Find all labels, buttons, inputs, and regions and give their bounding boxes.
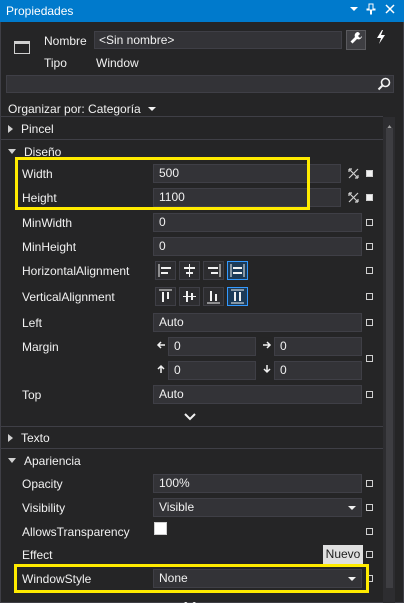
- divider: [0, 116, 383, 117]
- visibility-value: Visible: [159, 500, 195, 514]
- window-icon: [14, 41, 30, 54]
- property-marker[interactable]: [366, 219, 373, 226]
- arrange-by-label: Organizar por: Categoría: [8, 102, 141, 116]
- top-label: Top: [22, 388, 42, 402]
- allowstransparency-checkbox[interactable]: [154, 522, 167, 535]
- divider: [0, 426, 383, 427]
- show-more-chevron-icon[interactable]: [182, 411, 198, 421]
- category-pincel-label: Pincel: [21, 122, 54, 136]
- property-marker[interactable]: [366, 355, 373, 362]
- search-input[interactable]: [6, 75, 394, 93]
- effect-label: Effect: [22, 548, 53, 562]
- category-apariencia[interactable]: Apariencia: [8, 454, 81, 468]
- property-marker[interactable]: [366, 267, 373, 274]
- valign-stretch-icon: [231, 289, 244, 304]
- opacity-field[interactable]: 100%: [153, 474, 362, 493]
- margin-right-field[interactable]: 0: [274, 337, 362, 356]
- opacity-label: Opacity: [22, 477, 63, 491]
- property-marker[interactable]: [366, 194, 373, 201]
- minwidth-label: MinWidth: [22, 216, 73, 230]
- align-right-button[interactable]: [203, 261, 224, 280]
- search-icon: [377, 77, 391, 91]
- expand-arrow-icon: [8, 434, 13, 442]
- align-left-icon: [158, 264, 171, 277]
- collapse-arrow-icon: [8, 149, 16, 154]
- highlight-box: [14, 564, 369, 593]
- property-marker[interactable]: [366, 293, 373, 300]
- left-label: Left: [22, 316, 43, 330]
- resize-icon[interactable]: [347, 192, 359, 204]
- resize-icon[interactable]: [347, 168, 359, 180]
- pin-icon[interactable]: [364, 3, 378, 19]
- arrow-left-icon: [155, 340, 167, 353]
- name-label: Nombre: [44, 34, 87, 48]
- left-field[interactable]: Auto: [153, 313, 362, 332]
- minheight-label: MinHeight: [22, 240, 77, 254]
- category-texto-label: Texto: [21, 431, 50, 445]
- align-right-icon: [208, 264, 221, 277]
- horizontalalignment-label: HorizontalAlignment: [22, 264, 130, 278]
- properties-wrench-button[interactable]: [346, 30, 366, 50]
- name-field[interactable]: <Sin nombre>: [94, 31, 342, 49]
- valign-top-icon: [159, 289, 172, 302]
- allowstransparency-label: AllowsTransparency: [22, 525, 130, 539]
- align-left-button[interactable]: [155, 261, 176, 280]
- category-apariencia-label: Apariencia: [24, 454, 81, 468]
- category-pincel[interactable]: Pincel: [8, 122, 54, 136]
- align-center-icon: [184, 264, 195, 277]
- close-icon[interactable]: [383, 3, 397, 19]
- valign-top-button[interactable]: [155, 287, 176, 306]
- minheight-field[interactable]: 0: [153, 237, 362, 256]
- margin-top-field[interactable]: 0: [168, 361, 256, 380]
- lightning-icon: [377, 30, 385, 44]
- valign-bottom-button[interactable]: [203, 287, 224, 306]
- scrollbar-thumb[interactable]: [386, 128, 393, 588]
- effect-new-button[interactable]: Nuevo: [323, 545, 363, 564]
- visibility-label: Visibility: [22, 501, 66, 515]
- arrow-right-icon: [261, 340, 273, 353]
- panel-title: Propiedades: [6, 4, 74, 18]
- type-label: Tipo: [44, 56, 67, 70]
- property-marker[interactable]: [366, 480, 373, 487]
- property-marker[interactable]: [366, 551, 373, 558]
- arrange-by-dropdown[interactable]: Organizar por: Categoría: [8, 100, 157, 116]
- property-marker[interactable]: [366, 170, 373, 177]
- margin-label: Margin: [22, 340, 59, 354]
- property-marker[interactable]: [366, 504, 373, 511]
- valign-stretch-button[interactable]: [227, 287, 248, 306]
- margin-left-field[interactable]: 0: [168, 337, 256, 356]
- show-more-chevron-icon[interactable]: [182, 597, 198, 603]
- verticalalignment-label: VerticalAlignment: [22, 290, 115, 304]
- wrench-icon: [350, 32, 362, 44]
- top-field[interactable]: Auto: [153, 385, 362, 404]
- events-lightning-button[interactable]: [371, 30, 391, 50]
- arrow-down-icon: [261, 364, 273, 377]
- dropdown-icon[interactable]: [347, 3, 361, 19]
- chevron-down-icon: [348, 506, 356, 510]
- align-stretch-button[interactable]: [227, 261, 248, 280]
- expand-arrow-icon: [8, 125, 13, 133]
- property-marker[interactable]: [366, 243, 373, 250]
- property-marker[interactable]: [366, 319, 373, 326]
- valign-bottom-icon: [207, 291, 220, 304]
- collapse-arrow-icon: [8, 458, 16, 463]
- minwidth-field[interactable]: 0: [153, 213, 362, 232]
- divider: [0, 448, 383, 449]
- divider: [0, 139, 383, 140]
- property-marker[interactable]: [366, 391, 373, 398]
- valign-center-button[interactable]: [179, 287, 200, 306]
- arrow-up-icon: [155, 364, 167, 377]
- chevron-down-icon: [148, 100, 157, 114]
- highlight-box: [15, 157, 310, 210]
- align-stretch-icon: [230, 264, 245, 277]
- category-texto[interactable]: Texto: [8, 431, 50, 445]
- align-center-button[interactable]: [179, 261, 200, 280]
- visibility-dropdown[interactable]: Visible: [153, 498, 362, 517]
- valign-center-icon: [183, 291, 196, 302]
- property-marker[interactable]: [366, 528, 373, 535]
- margin-bottom-field[interactable]: 0: [274, 361, 362, 380]
- type-value: Window: [96, 56, 139, 70]
- panel-titlebar: Propiedades: [0, 0, 404, 22]
